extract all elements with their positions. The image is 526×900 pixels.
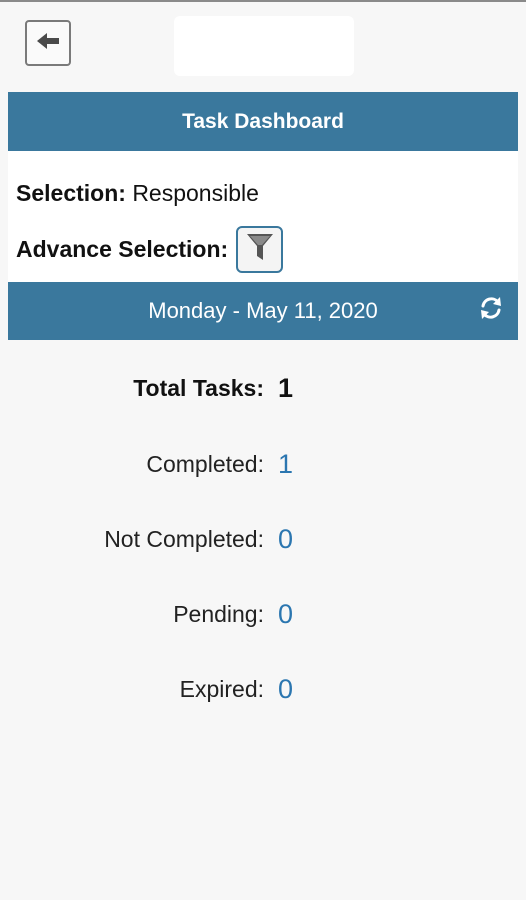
current-date: Monday - May 11, 2020: [148, 298, 378, 323]
back-button[interactable]: [25, 20, 71, 66]
stat-pending[interactable]: Pending: 0: [0, 594, 526, 634]
stat-completed[interactable]: Completed: 1: [0, 444, 526, 484]
stat-label: Completed:: [146, 451, 264, 477]
advance-selection-row: Advance Selection:: [16, 226, 284, 273]
page-title-bar: Task Dashboard: [8, 92, 518, 151]
stat-value[interactable]: 1: [278, 444, 293, 484]
selection-label: Selection:: [16, 180, 126, 206]
stat-label: Total Tasks:: [133, 375, 264, 401]
stat-value[interactable]: 0: [278, 594, 293, 634]
stat-value[interactable]: 0: [278, 669, 293, 709]
page-title: Task Dashboard: [182, 109, 344, 133]
stat-value: 1: [278, 373, 294, 403]
stat-value[interactable]: 0: [278, 519, 293, 559]
top-bar: [0, 2, 526, 90]
stat-total-tasks: Total Tasks: 1: [0, 368, 526, 408]
stat-label: Expired:: [179, 676, 264, 702]
advance-selection-label: Advance Selection:: [16, 236, 229, 262]
stat-not-completed[interactable]: Not Completed: 0: [0, 519, 526, 559]
refresh-icon: [477, 294, 505, 328]
arrow-left-icon: [35, 31, 61, 56]
refresh-button[interactable]: [476, 296, 506, 326]
filter-button[interactable]: [236, 226, 284, 273]
date-bar: Monday - May 11, 2020: [8, 282, 518, 340]
logo-placeholder: [174, 16, 354, 76]
selection-row: Selection: Responsible: [16, 180, 259, 207]
selection-value: Responsible: [132, 180, 259, 206]
selection-panel: Selection: Responsible Advance Selection…: [8, 151, 518, 282]
stat-label: Pending:: [173, 601, 264, 627]
funnel-icon: [245, 231, 275, 269]
stat-label: Not Completed:: [104, 526, 264, 552]
stat-expired[interactable]: Expired: 0: [0, 669, 526, 709]
